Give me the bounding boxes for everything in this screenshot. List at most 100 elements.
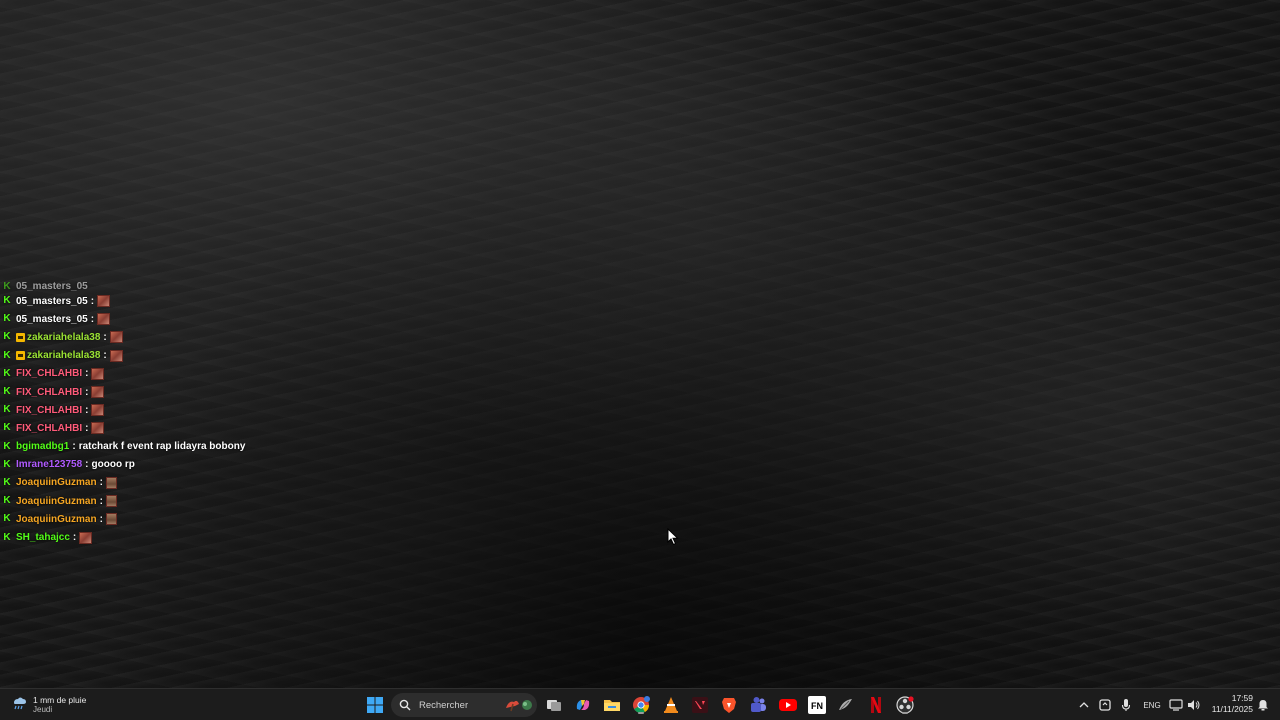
vlc-icon (664, 697, 678, 713)
pen-tool-button[interactable] (836, 695, 856, 715)
chat-separator: : (90, 295, 95, 307)
volume-icon (1188, 700, 1200, 710)
chat-separator: : (99, 477, 103, 489)
language-indicator[interactable]: ENG (1140, 697, 1164, 713)
vlc-button[interactable] (661, 695, 681, 715)
teams-icon (751, 697, 766, 712)
subscriber-badge-icon (16, 351, 25, 361)
chat-message: K SH_tahajcc: (2, 528, 302, 546)
chat-message: K JoaquiinGuzman: (2, 492, 302, 510)
subscriber-badge-icon (16, 332, 25, 342)
chat-separator: : (90, 313, 95, 325)
brave-button[interactable] (719, 695, 739, 715)
fn-icon: FN (808, 696, 826, 714)
chat-emote-icon (91, 386, 105, 399)
teams-button[interactable] (748, 695, 768, 715)
netflix-button[interactable] (866, 695, 886, 715)
sync-icon (1099, 699, 1111, 711)
task-view-button[interactable] (544, 695, 564, 715)
chat-message: K FIX_CHLAHBI: (2, 365, 302, 383)
chat-message: K 05_masters_05: (2, 310, 302, 328)
chat-message: K FIX_CHLAHBI: (2, 401, 302, 419)
chat-message: K FIX_CHLAHBI: (2, 383, 302, 401)
stream-chat-overlay: K 05_masters_05 K 05_masters_05: K 05_maste… (2, 282, 302, 547)
chat-emote-icon (97, 295, 111, 308)
youtube-button[interactable] (778, 695, 798, 715)
search-highlight-icon (503, 698, 533, 717)
clock-date: 11/11/2025 (1211, 704, 1253, 714)
chat-separator: : (99, 513, 103, 525)
windows-start-icon (367, 697, 383, 713)
volume-tray-button[interactable] (1186, 697, 1202, 713)
netflix-icon (871, 697, 881, 713)
kick-badge-icon: K (3, 349, 11, 361)
chrome-button[interactable] (631, 695, 651, 715)
chat-emote-icon (91, 404, 105, 417)
chat-message: K JoaquiinGuzman: (2, 474, 302, 492)
chat-separator: : (85, 404, 89, 416)
show-hidden-icons-button[interactable] (1077, 697, 1091, 713)
rain-cloud-icon (10, 694, 28, 717)
youtube-icon (779, 699, 797, 711)
chat-message: Kbgimadbg1: ratchark f event rap lidayra … (2, 438, 302, 456)
network-icon (1169, 699, 1183, 711)
chat-separator: : (85, 422, 89, 434)
running-indicator (902, 712, 908, 714)
microphone-icon (1121, 699, 1131, 711)
chat-separator: : (85, 368, 89, 380)
kick-badge-icon: K (3, 386, 11, 398)
copilot-button[interactable] (573, 695, 593, 715)
start-button[interactable] (365, 695, 385, 715)
chat-separator: : (103, 331, 107, 343)
file-explorer-button[interactable] (602, 695, 622, 715)
kick-badge-icon: K (3, 404, 11, 416)
chat-separator: : (85, 386, 89, 398)
chat-username: FIX_CHLAHBI (16, 368, 83, 380)
desktop-wallpaper: K 05_masters_05 K 05_masters_05: K 05_maste… (0, 0, 1280, 688)
copilot-icon (576, 700, 590, 710)
kick-badge-icon: K (3, 440, 11, 452)
chevron-up-icon (1079, 702, 1089, 708)
chat-message: K Imrane123758: goooo rp (2, 456, 302, 474)
obs-button[interactable] (895, 695, 915, 715)
chat-username: bgimadbg1 (16, 441, 70, 453)
chat-separator: : (72, 532, 77, 544)
chat-username: SH_tahajcc (16, 532, 70, 544)
taskbar-search-box[interactable]: Rechercher (391, 693, 537, 717)
chat-emote-icon (105, 495, 117, 508)
kick-badge-icon: K (3, 422, 11, 434)
weather-widget[interactable]: 1 mm de pluie Jeudi (10, 693, 86, 717)
chat-username: FIX_CHLAHBI (16, 386, 83, 398)
valorant-icon (692, 697, 708, 713)
chat-message: K FIX_CHLAHBI: (2, 419, 302, 437)
chat-separator: : (99, 495, 103, 507)
chat-emote-icon (79, 531, 93, 544)
weather-description: 1 mm de pluie (33, 695, 87, 705)
chat-emote-icon (91, 367, 105, 380)
sync-tray-button[interactable] (1097, 697, 1113, 713)
weather-day: Jeudi (33, 705, 53, 714)
network-tray-button[interactable] (1168, 697, 1184, 713)
microphone-tray-button[interactable] (1119, 697, 1133, 713)
pen-tool-icon (839, 699, 852, 710)
chat-message-text: goooo rp (91, 459, 135, 471)
task-view-icon (547, 700, 561, 711)
valorant-button[interactable] (690, 695, 710, 715)
chat-message: K 05_masters_05: (2, 292, 302, 310)
chat-username: JoaquiinGuzman (16, 513, 97, 525)
chat-emote-icon (91, 422, 105, 435)
kick-badge-icon: K (3, 495, 11, 507)
chat-emote-icon (105, 513, 117, 526)
notifications-button[interactable] (1256, 697, 1270, 713)
kick-badge-icon: K (3, 367, 11, 379)
kick-badge-icon: K (3, 282, 11, 292)
kick-badge-icon: K (3, 331, 11, 343)
chat-username: JoaquiinGuzman (16, 477, 97, 489)
taskbar-clock[interactable]: 17:59 11/11/2025 (1205, 693, 1253, 715)
chat-message-partial: K 05_masters_05 (2, 282, 302, 292)
kick-badge-icon: K (3, 313, 11, 325)
kick-badge-icon: K (3, 295, 11, 307)
fn-button[interactable]: FN (807, 695, 827, 715)
brave-icon (722, 698, 736, 713)
chat-message: Kzakariahelala38: (2, 328, 302, 346)
